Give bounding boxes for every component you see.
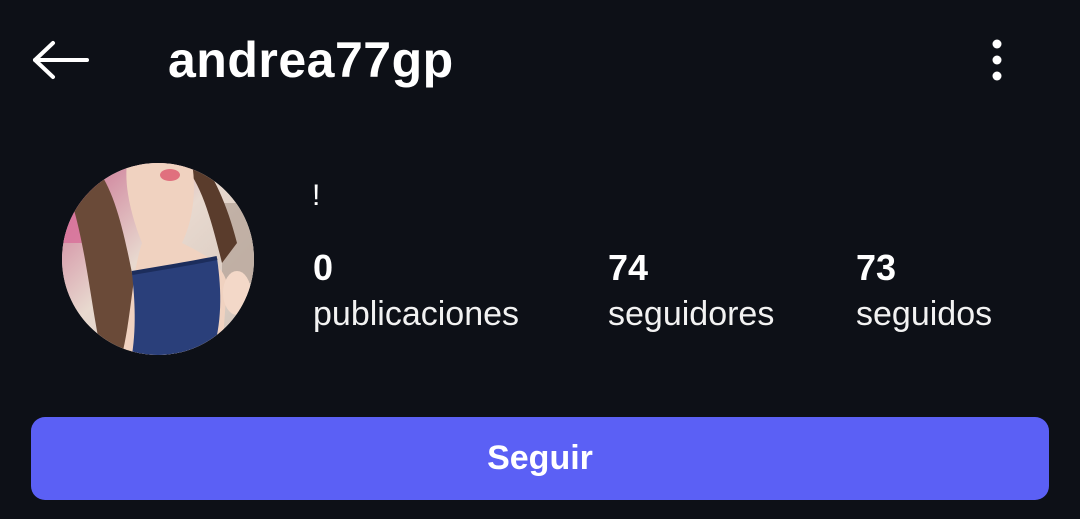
profile-photo <box>62 163 254 355</box>
posts-label: publicaciones <box>313 295 520 333</box>
following-count: 73 <box>856 247 897 288</box>
arrow-left-icon <box>33 41 89 79</box>
back-button[interactable] <box>28 32 94 88</box>
following-label: seguidos <box>856 295 993 333</box>
stat-followers[interactable]: 74 seguidores <box>608 246 774 336</box>
more-options-button[interactable] <box>972 32 1022 88</box>
more-vertical-icon <box>992 39 1002 81</box>
top-bar: andrea77gp <box>0 0 1080 120</box>
followers-label: seguidores <box>608 295 775 333</box>
follow-button[interactable]: Seguir <box>31 417 1049 500</box>
stat-following[interactable]: 73 seguidos <box>856 246 992 336</box>
profile-bio: ! <box>312 179 321 212</box>
profile-username: andrea77gp <box>168 32 454 88</box>
profile-avatar[interactable] <box>62 163 254 355</box>
stat-posts[interactable]: 0 publicaciones <box>313 246 519 336</box>
posts-count: 0 <box>313 247 334 288</box>
followers-count: 74 <box>608 247 649 288</box>
